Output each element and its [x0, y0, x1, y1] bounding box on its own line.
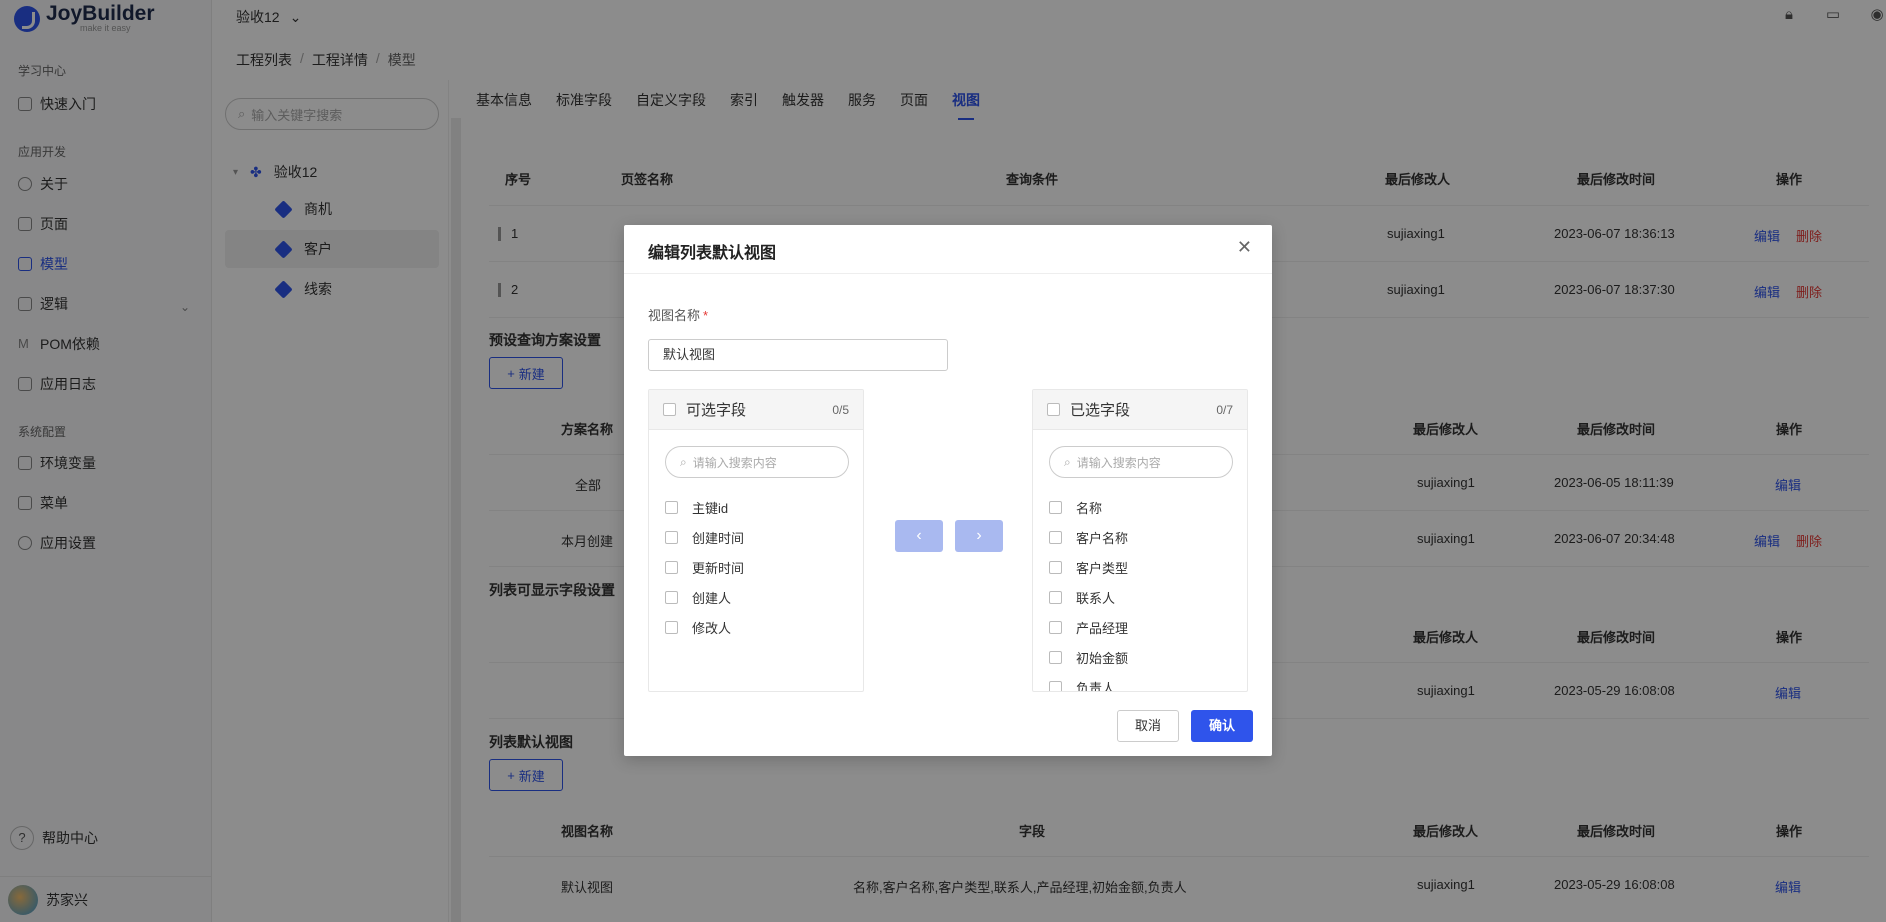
- checkbox[interactable]: [665, 620, 678, 634]
- checkbox[interactable]: [1049, 560, 1062, 574]
- checkbox[interactable]: [1049, 590, 1062, 604]
- dialog-title: 编辑列表默认视图: [648, 245, 777, 262]
- list-item[interactable]: 创建时间: [649, 522, 863, 552]
- search-icon: ⌕: [1064, 454, 1071, 469]
- checkbox[interactable]: [665, 560, 678, 574]
- move-left-button[interactable]: ‹: [895, 520, 943, 552]
- search-icon: ⌕: [680, 454, 687, 469]
- checkbox[interactable]: [1049, 650, 1062, 664]
- chevron-left-icon: ‹: [916, 527, 922, 544]
- chevron-right-icon: ›: [976, 527, 982, 544]
- list-item[interactable]: 修改人: [649, 612, 863, 642]
- select-all-checkbox[interactable]: [663, 403, 676, 416]
- list-item[interactable]: 客户名称: [1033, 522, 1247, 552]
- list-item[interactable]: 产品经理: [1033, 612, 1247, 642]
- selected-fields-panel: 已选字段 0/7 ⌕ 请输入搜索内容 名称 客户名称 客户类型 联系人 产品经理 …: [1032, 389, 1248, 692]
- view-name-label: 视图名称 *: [648, 308, 709, 323]
- checkbox[interactable]: [1049, 500, 1062, 514]
- close-icon[interactable]: ✕: [1237, 237, 1252, 258]
- available-search-input[interactable]: ⌕ 请输入搜索内容: [665, 446, 849, 478]
- checkbox[interactable]: [1049, 620, 1062, 634]
- checkbox[interactable]: [665, 590, 678, 604]
- available-fields-panel: 可选字段 0/5 ⌕ 请输入搜索内容 主键id 创建时间 更新时间 创建人 修改人: [648, 389, 864, 692]
- checkbox[interactable]: [665, 530, 678, 544]
- checkbox[interactable]: [1049, 530, 1062, 544]
- list-item[interactable]: 联系人: [1033, 582, 1247, 612]
- panel-count: 0/5: [832, 402, 849, 417]
- cancel-button[interactable]: 取消: [1117, 710, 1179, 742]
- required-mark: *: [703, 308, 709, 323]
- list-item[interactable]: 主键id: [649, 492, 863, 522]
- confirm-button[interactable]: 确认: [1191, 710, 1253, 742]
- view-name-input[interactable]: 默认视图: [648, 339, 948, 371]
- select-all-checkbox[interactable]: [1047, 403, 1060, 416]
- panel-title: 可选字段: [686, 402, 747, 419]
- selected-search-input[interactable]: ⌕ 请输入搜索内容: [1049, 446, 1233, 478]
- move-right-button[interactable]: ›: [955, 520, 1003, 552]
- checkbox[interactable]: [1049, 680, 1062, 691]
- list-item[interactable]: 初始金额: [1033, 642, 1247, 672]
- panel-title: 已选字段: [1070, 402, 1131, 419]
- list-item[interactable]: 创建人: [649, 582, 863, 612]
- list-item[interactable]: 名称: [1033, 492, 1247, 522]
- panel-count: 0/7: [1216, 402, 1233, 417]
- list-item[interactable]: 客户类型: [1033, 552, 1247, 582]
- list-item[interactable]: 更新时间: [649, 552, 863, 582]
- checkbox[interactable]: [665, 500, 678, 514]
- list-item[interactable]: 负责人: [1033, 672, 1247, 691]
- edit-default-view-dialog: 编辑列表默认视图 ✕ 视图名称 * 默认视图 可选字段 0/5 ⌕ 请输入搜索内容 …: [624, 225, 1272, 756]
